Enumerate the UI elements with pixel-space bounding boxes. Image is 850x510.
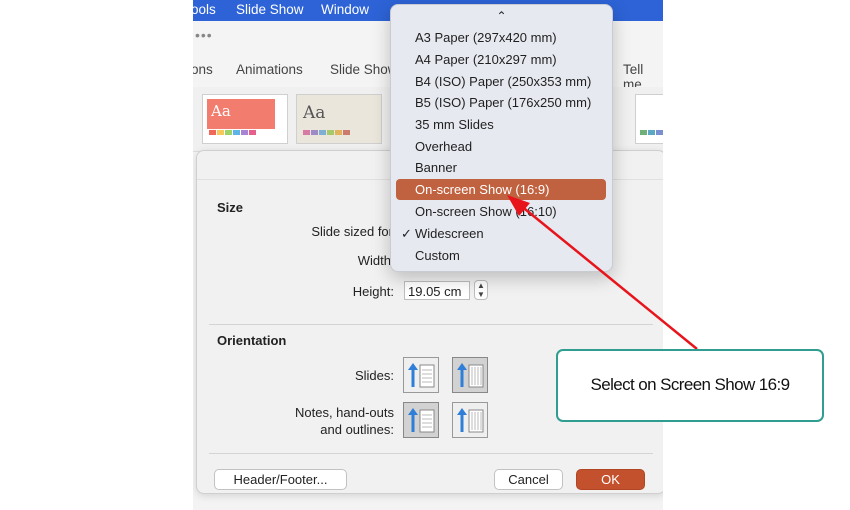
- callout-text: Select on Screen Show 16:9: [590, 375, 791, 394]
- landscape-page-icon: [457, 408, 484, 433]
- theme-swatches: [209, 130, 256, 135]
- dropdown-item-onscreen-16-9[interactable]: On-screen Show (16:9): [396, 179, 606, 200]
- tab-slide-show[interactable]: Slide Show: [330, 62, 398, 77]
- notes-landscape-button[interactable]: [452, 402, 488, 438]
- dropdown-item-overhead[interactable]: Overhead: [396, 136, 606, 157]
- menu-tools[interactable]: ools: [193, 2, 216, 17]
- height-stepper[interactable]: ▲ ▼: [474, 280, 488, 300]
- theme-thumbnail-beige[interactable]: Aa: [296, 94, 382, 144]
- tab-animations[interactable]: Animations: [236, 62, 303, 77]
- orientation-section-title: Orientation: [217, 333, 287, 348]
- dropdown-item-b5[interactable]: B5 (ISO) Paper (176x250 mm): [396, 92, 606, 113]
- notes-orientation-label-2: and outlines:: [320, 422, 394, 437]
- menu-window[interactable]: Window: [321, 2, 369, 17]
- divider: [209, 324, 653, 325]
- dropdown-item-a3[interactable]: A3 Paper (297x420 mm): [396, 27, 606, 48]
- theme-label: Aa: [211, 102, 231, 120]
- portrait-page-icon: [408, 363, 435, 388]
- height-label: Height:: [352, 284, 394, 299]
- divider: [209, 453, 653, 454]
- size-section-title: Size: [217, 200, 244, 215]
- scroll-up-icon[interactable]: ⌃: [391, 9, 612, 23]
- height-field[interactable]: 19.05 cm: [404, 281, 470, 300]
- annotation-callout: Select on Screen Show 16:9: [556, 349, 824, 422]
- theme-swatches: [640, 130, 663, 135]
- tab-transitions[interactable]: ons: [193, 62, 213, 77]
- dropdown-item-b4[interactable]: B4 (ISO) Paper (250x353 mm): [396, 71, 606, 92]
- menu-slide-show[interactable]: Slide Show: [236, 2, 304, 17]
- theme-thumbnail-partial[interactable]: [635, 94, 663, 144]
- dropdown-item-custom[interactable]: Custom: [396, 245, 606, 266]
- notes-orientation-label: Notes, hand-outs: [294, 405, 394, 420]
- header-footer-button[interactable]: Header/Footer...: [214, 469, 347, 490]
- slide-sized-for-label: Slide sized for: [311, 224, 393, 239]
- theme-label: Aa: [303, 103, 326, 123]
- checkmark-icon: ✓: [401, 226, 412, 241]
- width-label: Width: [357, 253, 391, 268]
- theme-thumbnail-red[interactable]: Aa: [202, 94, 288, 144]
- ok-button[interactable]: OK: [576, 469, 645, 490]
- slide-size-dropdown: ⌃ A3 Paper (297x420 mm) A4 Paper (210x29…: [390, 4, 613, 272]
- theme-swatches: [303, 130, 350, 135]
- dropdown-item-onscreen-16-10[interactable]: On-screen Show (16:10): [396, 201, 606, 222]
- dropdown-item-a4[interactable]: A4 Paper (210x297 mm): [396, 49, 606, 70]
- more-icon[interactable]: •••: [195, 27, 213, 43]
- dropdown-item-banner[interactable]: Banner: [396, 157, 606, 178]
- notes-portrait-button[interactable]: [403, 402, 439, 438]
- slides-landscape-button[interactable]: [452, 357, 488, 393]
- slides-portrait-button[interactable]: [403, 357, 439, 393]
- dropdown-item-label: Widescreen: [415, 226, 484, 241]
- dropdown-item-35mm[interactable]: 35 mm Slides: [396, 114, 606, 135]
- landscape-page-icon: [457, 363, 484, 388]
- slides-orientation-label: Slides:: [354, 368, 394, 383]
- portrait-page-icon: [408, 408, 435, 433]
- cancel-button[interactable]: Cancel: [494, 469, 563, 490]
- dropdown-item-widescreen[interactable]: ✓ Widescreen: [396, 223, 606, 244]
